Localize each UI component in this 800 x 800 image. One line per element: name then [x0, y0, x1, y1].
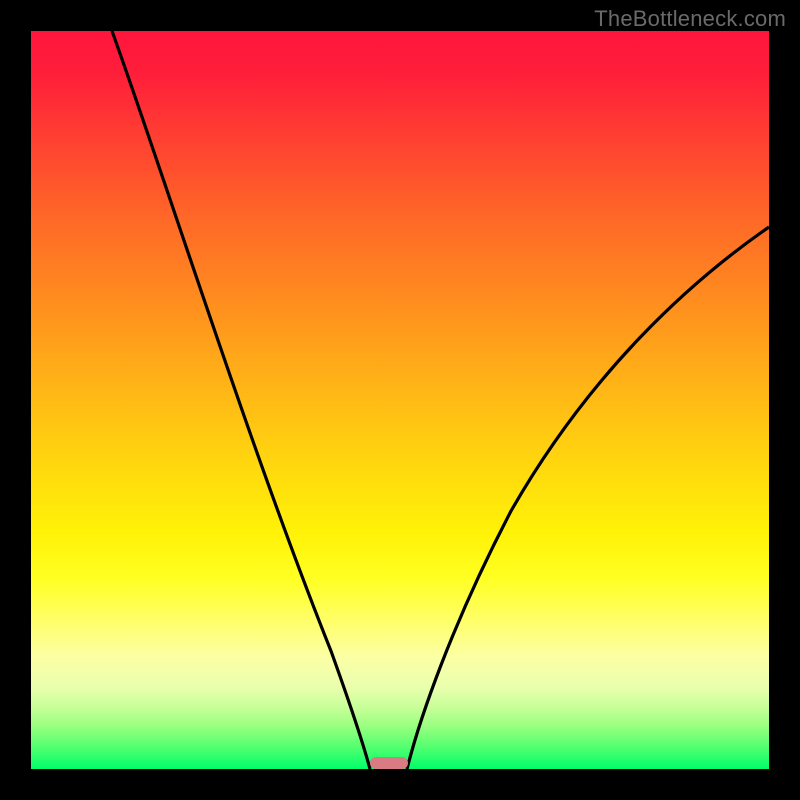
plot-area — [31, 31, 769, 769]
watermark-text: TheBottleneck.com — [594, 6, 786, 32]
left-curve — [112, 31, 370, 769]
chart-frame: TheBottleneck.com — [0, 0, 800, 800]
right-curve — [407, 227, 769, 769]
bottom-marker — [370, 757, 408, 769]
curve-layer — [31, 31, 769, 769]
